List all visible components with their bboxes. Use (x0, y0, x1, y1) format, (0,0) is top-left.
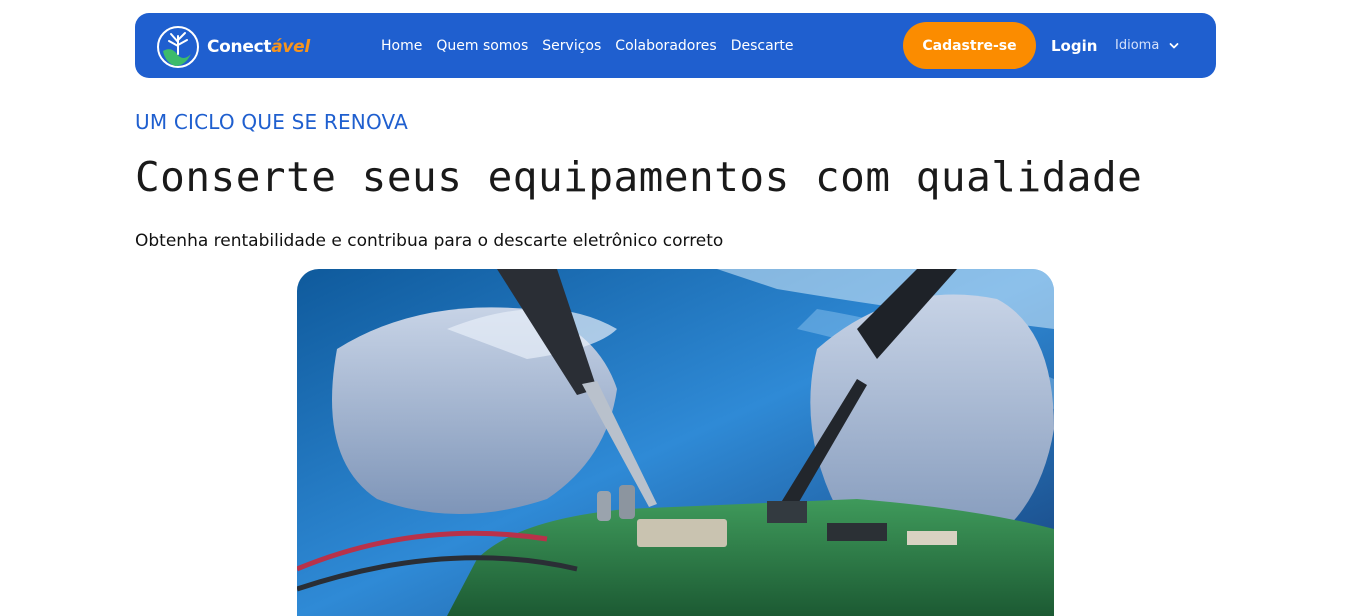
hero-eyebrow: UM CICLO QUE SE RENOVA (135, 110, 409, 134)
brand-logo[interactable]: Conectável (155, 24, 310, 70)
nav-link-servicos[interactable]: Serviços (542, 38, 601, 54)
nav-link-colaboradores[interactable]: Colaboradores (615, 38, 716, 54)
globe-tree-icon (157, 26, 199, 68)
nav-link-descarte[interactable]: Descarte (731, 38, 794, 54)
brand-name: Conectável (207, 37, 310, 57)
main-nav: Home Quem somos Serviços Colaboradores D… (381, 13, 808, 78)
hero-image (297, 269, 1054, 616)
language-label: Idioma (1115, 38, 1160, 53)
nav-link-quem-somos[interactable]: Quem somos (436, 38, 528, 54)
signup-button[interactable]: Cadastre-se (903, 22, 1036, 69)
language-selector[interactable]: Idioma (1115, 13, 1179, 78)
chevron-down-icon (1169, 42, 1179, 48)
hero-subtitle: Obtenha rentabilidade e contribua para o… (135, 231, 724, 251)
top-navbar: Conectável Home Quem somos Serviços Cola… (135, 13, 1216, 78)
circuit-repair-illustration (297, 269, 1054, 616)
login-link[interactable]: Login (1051, 13, 1097, 78)
page-title: Conserte seus equipamentos com qualidade (135, 153, 1143, 201)
nav-link-home[interactable]: Home (381, 38, 422, 54)
